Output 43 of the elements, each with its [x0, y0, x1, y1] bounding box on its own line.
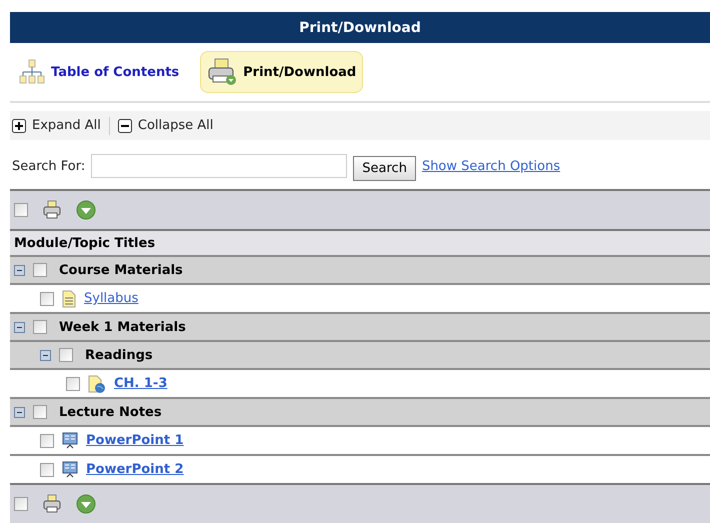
item-link[interactable]: CH. 1-3 [114, 376, 168, 391]
checkbox[interactable] [33, 405, 47, 419]
printer-icon [207, 58, 238, 86]
collapse-toggle[interactable] [40, 350, 51, 360]
download-icon[interactable] [76, 200, 96, 220]
printer-icon[interactable] [42, 494, 62, 514]
document-icon [62, 290, 76, 308]
search-field[interactable] [91, 154, 348, 178]
search-label: Search For: [12, 158, 86, 174]
checkbox[interactable] [66, 376, 80, 390]
window-title: Print/Download [10, 12, 710, 43]
checkbox[interactable] [59, 348, 73, 362]
collapse-all-button[interactable]: Collapse All [118, 118, 220, 133]
select-all-checkbox[interactable] [14, 203, 28, 217]
module-title: Week 1 Materials [59, 320, 186, 334]
collapse-toggle[interactable] [14, 322, 25, 332]
printer-icon[interactable] [42, 200, 62, 220]
minus-icon [118, 118, 132, 132]
checkbox[interactable] [40, 434, 54, 448]
web-page-icon [88, 374, 106, 392]
checkbox[interactable] [33, 263, 47, 277]
tab[interactable]: Print/Download [200, 51, 364, 93]
collapse-toggle[interactable] [14, 406, 25, 418]
item-link[interactable]: PowerPoint 2 [86, 462, 184, 477]
sitemap-icon [19, 59, 45, 85]
collapse-toggle[interactable] [14, 264, 25, 276]
presentation-icon [62, 432, 78, 450]
search-button[interactable]: Search [353, 156, 416, 180]
item-link[interactable]: PowerPoint 1 [86, 433, 184, 448]
checkbox[interactable] [33, 320, 47, 334]
item-link[interactable]: Syllabus [84, 291, 138, 306]
checkbox[interactable] [40, 462, 54, 476]
search-options-link[interactable]: Show Search Options [422, 158, 560, 174]
checkbox[interactable] [40, 292, 54, 306]
module-title: Course Materials [59, 262, 183, 278]
expand-all-button[interactable]: Expand All [12, 118, 107, 133]
column-heading: Module/Topic Titles [10, 229, 710, 255]
presentation-icon [62, 460, 78, 478]
select-all-checkbox[interactable] [14, 497, 28, 511]
module-title: Readings [85, 348, 153, 362]
tab[interactable]: Table of Contents [12, 52, 186, 92]
download-icon[interactable] [76, 494, 96, 514]
module-title: Lecture Notes [59, 404, 162, 420]
